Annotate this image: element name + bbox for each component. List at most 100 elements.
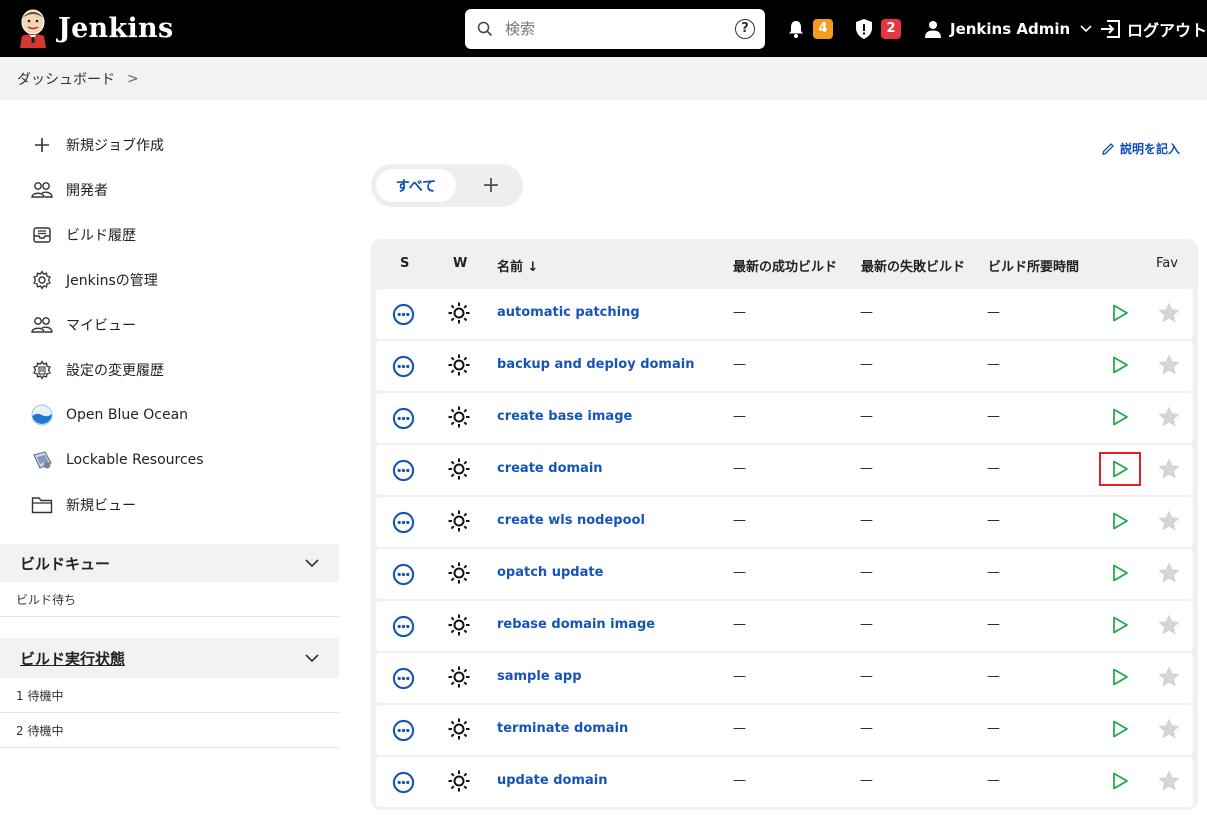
sidebar-item-config-history[interactable]: 設定の変更履歴 [30, 355, 164, 385]
favorite-star-icon[interactable] [1158, 614, 1180, 636]
last-failure-cell: — [860, 669, 873, 684]
tab-all[interactable]: すべて [376, 169, 456, 202]
column-header-name[interactable]: 名前 ↓ [497, 256, 538, 275]
user-icon [925, 20, 941, 38]
sidebar-item-build-history[interactable]: ビルド履歴 [30, 220, 136, 250]
breadcrumb-chevron-icon[interactable]: > [127, 71, 139, 87]
build-status-icon[interactable] [392, 355, 415, 378]
chevron-down-icon[interactable] [305, 558, 319, 568]
favorite-star-icon[interactable] [1158, 666, 1180, 688]
build-now-play-icon[interactable] [1110, 719, 1130, 739]
last-failure-cell: — [860, 721, 873, 736]
sidebar-item-new-view[interactable]: 新規ビュー [30, 490, 136, 520]
job-name-link[interactable]: rebase domain image [497, 617, 655, 632]
weather-sunny-icon[interactable] [447, 613, 471, 637]
sidebar-item-lockable-resources[interactable]: Lockable Resources [30, 445, 204, 475]
build-now-play-icon[interactable] [1110, 667, 1130, 687]
weather-sunny-icon[interactable] [447, 301, 471, 325]
weather-sunny-icon[interactable] [447, 717, 471, 741]
sidebar-item-my-views[interactable]: マイビュー [30, 310, 136, 340]
weather-sunny-icon[interactable] [447, 665, 471, 689]
search-box[interactable]: ? [465, 9, 765, 49]
build-status-icon[interactable] [392, 719, 415, 742]
job-name-link[interactable]: create base image [497, 409, 632, 424]
search-input[interactable] [505, 17, 725, 41]
build-queue-header[interactable]: ビルドキュー [0, 544, 339, 582]
favorite-star-icon[interactable] [1158, 510, 1180, 532]
favorite-star-icon[interactable] [1158, 302, 1180, 324]
plus-icon [30, 133, 54, 157]
job-name-link[interactable]: opatch update [497, 565, 603, 580]
add-view-tab[interactable]: + [476, 170, 506, 200]
jobs-table: S W 名前 ↓ 最新の成功ビルド 最新の失敗ビルド ビルド所要時間 Fav a… [371, 239, 1198, 810]
weather-sunny-icon[interactable] [447, 769, 471, 793]
favorite-star-icon[interactable] [1158, 770, 1180, 792]
build-status-icon[interactable] [392, 667, 415, 690]
last-success-cell: — [733, 305, 746, 320]
table-row: sample app — — — [376, 653, 1193, 703]
weather-sunny-icon[interactable] [447, 457, 471, 481]
favorite-star-icon[interactable] [1158, 562, 1180, 584]
table-row: backup and deploy domain — — — [376, 341, 1193, 391]
sidebar-item-blue-ocean[interactable]: Open Blue Ocean [30, 400, 188, 430]
weather-sunny-icon[interactable] [447, 561, 471, 585]
add-description-label: 説明を記入 [1120, 142, 1181, 156]
job-name-link[interactable]: create wls nodepool [497, 513, 645, 528]
search-help-icon[interactable]: ? [735, 19, 755, 39]
table-row: terminate domain — — — [376, 705, 1193, 755]
user-menu[interactable]: Jenkins Admin [924, 0, 1092, 57]
build-now-play-icon[interactable] [1110, 303, 1130, 323]
breadcrumb-dashboard[interactable]: ダッシュボード [17, 69, 115, 89]
duration-cell: — [987, 669, 1000, 684]
weather-sunny-icon[interactable] [447, 509, 471, 533]
column-header-last-success[interactable]: 最新の成功ビルド [733, 256, 837, 275]
jenkins-home-link[interactable]: Jenkins [16, 8, 173, 48]
column-header-last-failure[interactable]: 最新の失敗ビルド [861, 256, 965, 275]
logout-button[interactable]: ログアウト [1099, 0, 1207, 57]
sidebar-item-people[interactable]: 開発者 [30, 175, 108, 205]
column-header-fav[interactable]: Fav [1156, 256, 1178, 271]
sidebar-item-manage-jenkins[interactable]: Jenkinsの管理 [30, 265, 158, 295]
build-status-icon[interactable] [392, 563, 415, 586]
security-button[interactable]: 2 [854, 0, 901, 57]
build-status-icon[interactable] [392, 303, 415, 326]
job-name-link[interactable]: terminate domain [497, 721, 628, 736]
job-name-link[interactable]: update domain [497, 773, 607, 788]
last-failure-cell: — [860, 565, 873, 580]
add-description-link[interactable]: 説明を記入 [1101, 140, 1180, 157]
weather-sunny-icon[interactable] [447, 353, 471, 377]
favorite-star-icon[interactable] [1158, 458, 1180, 480]
column-header-status[interactable]: S [400, 256, 409, 271]
column-header-duration[interactable]: ビルド所要時間 [988, 256, 1079, 275]
column-header-weather[interactable]: W [453, 256, 467, 271]
job-name-link[interactable]: automatic patching [497, 305, 640, 320]
build-now-play-icon[interactable] [1110, 355, 1130, 375]
job-name-link[interactable]: backup and deploy domain [497, 357, 694, 372]
build-now-play-icon[interactable] [1110, 407, 1130, 427]
last-failure-cell: — [860, 305, 873, 320]
favorite-star-icon[interactable] [1158, 354, 1180, 376]
last-success-cell: — [733, 669, 746, 684]
security-badge: 2 [881, 18, 901, 39]
favorite-star-icon[interactable] [1158, 718, 1180, 740]
sidebar-item-new-job[interactable]: 新規ジョブ作成 [30, 130, 164, 160]
build-status-icon[interactable] [392, 511, 415, 534]
last-success-cell: — [733, 617, 746, 632]
chevron-down-icon[interactable] [305, 653, 319, 663]
build-status-icon[interactable] [392, 459, 415, 482]
executors-header[interactable]: ビルド実行状態 [0, 638, 339, 678]
notifications-button[interactable]: 4 [786, 0, 833, 57]
job-name-link[interactable]: sample app [497, 669, 582, 684]
build-status-icon[interactable] [392, 615, 415, 638]
job-name-link[interactable]: create domain [497, 461, 603, 476]
executors-title[interactable]: ビルド実行状態 [20, 648, 125, 669]
build-now-play-icon[interactable] [1110, 563, 1130, 583]
favorite-star-icon[interactable] [1158, 406, 1180, 428]
build-now-play-icon[interactable] [1110, 771, 1130, 791]
build-status-icon[interactable] [392, 771, 415, 794]
duration-cell: — [987, 357, 1000, 372]
build-status-icon[interactable] [392, 407, 415, 430]
build-now-play-icon[interactable] [1110, 511, 1130, 531]
build-now-play-icon[interactable] [1110, 615, 1130, 635]
weather-sunny-icon[interactable] [447, 405, 471, 429]
